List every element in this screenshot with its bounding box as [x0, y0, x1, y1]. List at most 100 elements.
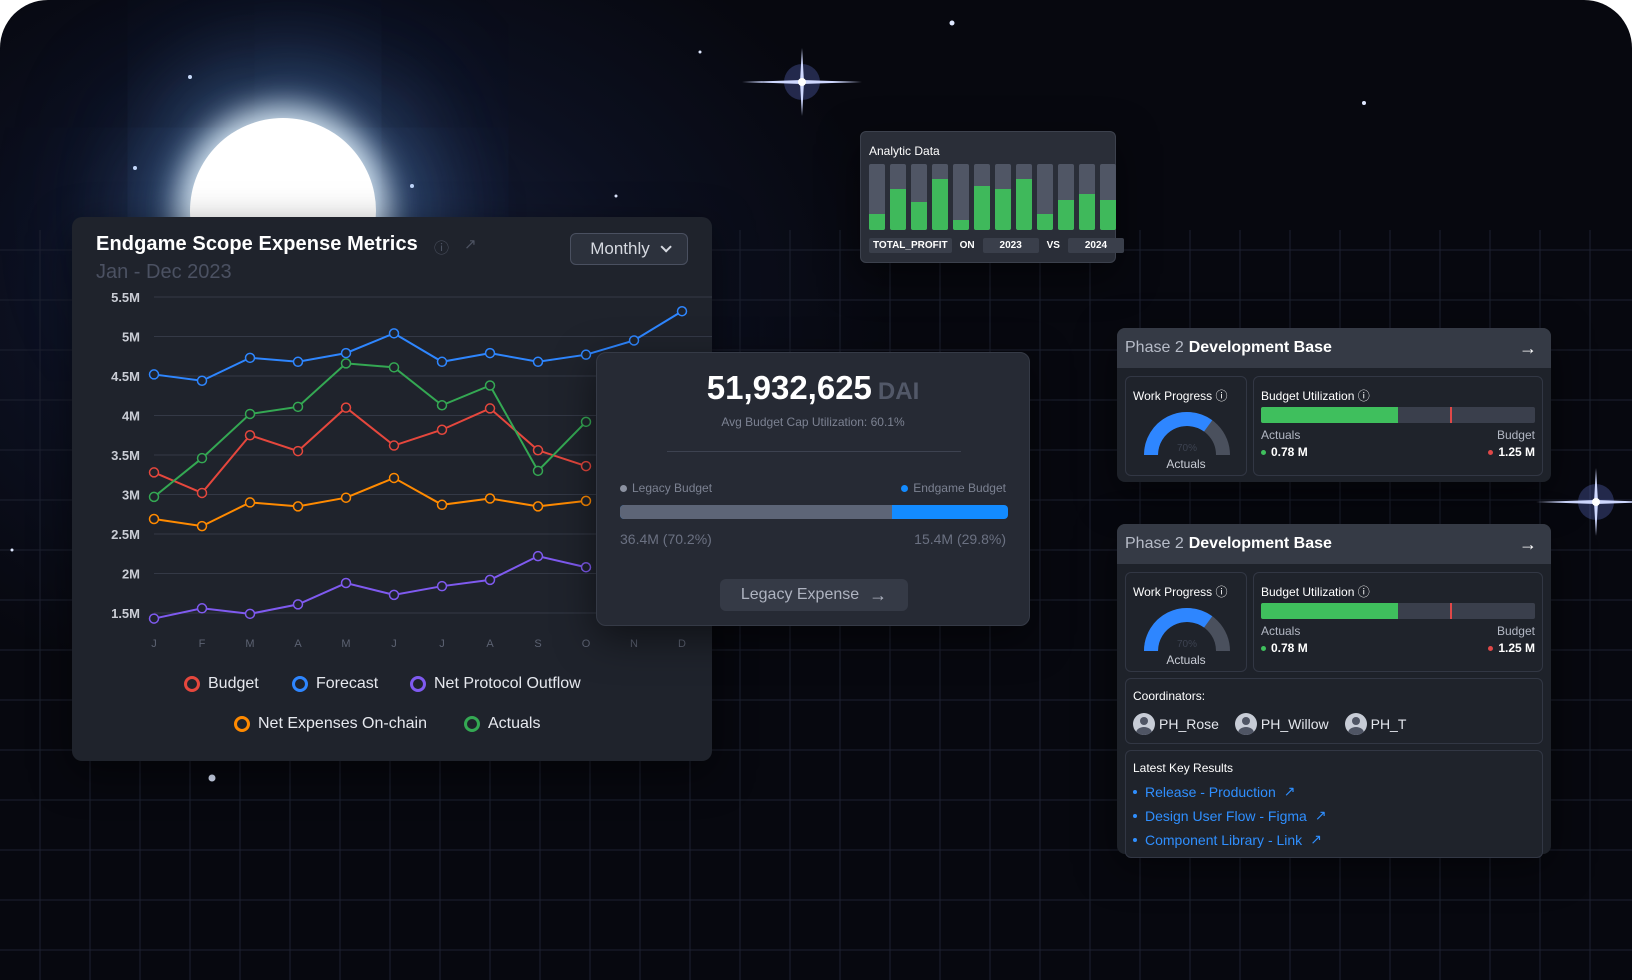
data-point[interactable]	[196, 375, 208, 387]
coordinator[interactable]: PH_T	[1344, 713, 1406, 735]
data-point[interactable]	[532, 465, 544, 477]
coordinator[interactable]: PH_Rose	[1133, 713, 1219, 735]
info-icon[interactable]: ⓘ	[434, 237, 449, 258]
data-point[interactable]	[196, 452, 208, 464]
y-tick-label: 3M	[122, 488, 140, 503]
coordinators-title: Coordinators:	[1133, 689, 1206, 703]
data-point[interactable]	[388, 328, 400, 339]
data-point[interactable]	[436, 356, 448, 368]
key-results-panel: Latest Key Results Release - Production ↗…	[1125, 750, 1543, 858]
data-point[interactable]	[292, 356, 304, 368]
x-tick-label: O	[582, 638, 591, 647]
data-point[interactable]	[436, 580, 448, 592]
analytic-bar	[890, 164, 906, 230]
key-result-text: Component Library - Link	[1145, 831, 1303, 848]
data-point[interactable]	[532, 445, 544, 456]
data-point[interactable]	[340, 347, 352, 359]
arrow-right-icon[interactable]: →	[1519, 534, 1537, 555]
data-point[interactable]	[580, 495, 592, 507]
data-point[interactable]	[244, 352, 256, 364]
legend-dot	[410, 676, 426, 692]
data-point[interactable]	[484, 380, 496, 391]
budget-marker	[1450, 407, 1453, 423]
data-point[interactable]	[148, 467, 160, 478]
data-point[interactable]	[532, 356, 544, 368]
data-point[interactable]	[148, 369, 160, 380]
data-point[interactable]	[388, 472, 400, 484]
avatar	[1344, 713, 1367, 735]
data-point[interactable]	[196, 520, 208, 532]
analytic-bar-fill	[953, 220, 969, 230]
phase-card-header[interactable]: Phase 2 Development Base →	[1117, 524, 1551, 564]
legend-label: Net Expenses On-chain	[258, 715, 427, 732]
legend-label: Net Protocol Outflow	[434, 675, 581, 692]
data-point[interactable]	[292, 599, 304, 610]
legend-label: Actuals	[488, 715, 541, 732]
data-point[interactable]	[580, 460, 592, 472]
progress-gauge: 70%	[1144, 412, 1230, 456]
data-point[interactable]	[340, 358, 352, 369]
x-tick-label: J	[151, 638, 157, 647]
period-select[interactable]: Monthly	[570, 233, 688, 265]
data-point[interactable]	[484, 347, 496, 359]
data-point[interactable]	[244, 408, 256, 420]
phase-card-header[interactable]: Phase 2 Development Base →	[1117, 328, 1551, 368]
phase-title: Development Base	[1188, 535, 1332, 552]
data-point[interactable]	[388, 362, 400, 373]
data-point[interactable]	[244, 497, 256, 508]
data-point[interactable]	[580, 561, 592, 573]
data-point[interactable]	[244, 430, 256, 441]
data-point[interactable]	[388, 589, 400, 601]
data-point[interactable]	[196, 603, 208, 614]
legend-net-protocol-outflow[interactable]: Net Protocol Outflow	[410, 675, 581, 693]
info-icon[interactable]: ⓘ	[1358, 585, 1370, 599]
year-a-pill[interactable]: 2023	[982, 238, 1039, 253]
year-b-pill[interactable]: 2024	[1067, 238, 1124, 253]
budget-util-title: Budget Utilization ⓘ	[1261, 583, 1370, 600]
data-point[interactable]	[196, 487, 208, 499]
data-point[interactable]	[340, 492, 352, 503]
data-point[interactable]	[580, 349, 592, 360]
data-point[interactable]	[148, 613, 160, 624]
data-point[interactable]	[436, 499, 448, 511]
key-result-link[interactable]: Design User Flow - Figma ↗	[1133, 807, 1327, 824]
key-result-link[interactable]: Component Library - Link ↗	[1133, 831, 1327, 848]
info-icon[interactable]: ⓘ	[1358, 389, 1370, 403]
data-point[interactable]	[676, 305, 688, 317]
data-point[interactable]	[292, 445, 304, 457]
key-result-link[interactable]: Release - Production ↗	[1133, 783, 1327, 800]
data-point[interactable]	[292, 401, 304, 413]
data-point[interactable]	[388, 440, 400, 451]
coordinator-name: PH_Willow	[1260, 716, 1329, 732]
metric-pill[interactable]: TOTAL_PROFIT	[869, 238, 952, 253]
star	[188, 75, 192, 79]
data-point[interactable]	[532, 501, 544, 512]
data-point[interactable]	[340, 402, 352, 413]
data-point[interactable]	[628, 335, 640, 346]
arrow-right-icon[interactable]: →	[1519, 338, 1537, 359]
data-point[interactable]	[484, 403, 496, 414]
data-point[interactable]	[436, 424, 448, 435]
data-point[interactable]	[484, 493, 496, 504]
legacy-expense-button[interactable]: Legacy Expense →	[720, 579, 908, 611]
data-point[interactable]	[580, 416, 592, 428]
data-point[interactable]	[436, 399, 448, 411]
data-point[interactable]	[148, 513, 160, 525]
legend-forecast[interactable]: Forecast	[292, 675, 378, 693]
data-point[interactable]	[244, 608, 256, 620]
coordinator[interactable]: PH_Willow	[1234, 713, 1329, 735]
data-point[interactable]	[292, 501, 304, 512]
legend-actuals[interactable]: Actuals	[464, 715, 540, 733]
data-point[interactable]	[340, 577, 352, 589]
progress-gauge: 70%	[1144, 608, 1230, 652]
data-point[interactable]	[532, 550, 544, 562]
data-point[interactable]	[484, 574, 496, 586]
data-point[interactable]	[148, 491, 160, 503]
avg-utilization: Avg Budget Cap Utilization: 60.1%	[597, 415, 1029, 429]
analytic-title: Analytic Data	[869, 144, 940, 158]
legend-budget[interactable]: Budget	[184, 675, 259, 693]
phase-card-2: Phase 2 Development Base → Work Progress ⓘ…	[1117, 524, 1551, 858]
legend-net-expenses-onchain[interactable]: Net Expenses On-chain	[234, 715, 427, 733]
external-link-icon[interactable]: ↗	[464, 235, 477, 253]
analytic-bar	[1037, 164, 1053, 230]
